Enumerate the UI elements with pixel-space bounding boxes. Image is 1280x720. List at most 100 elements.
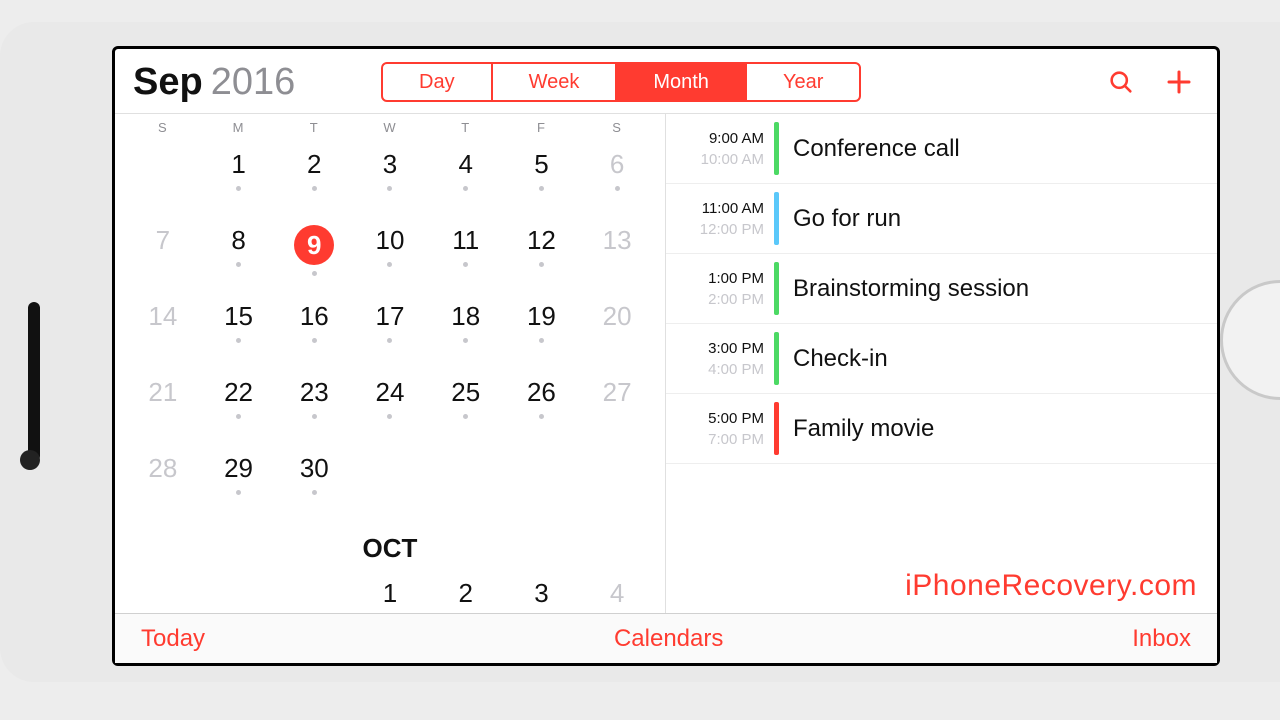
event-start-time: 1:00 PM — [708, 270, 764, 287]
event-row[interactable]: 5:00 PM7:00 PMFamily movie — [666, 394, 1217, 464]
date-cell[interactable]: 3 — [352, 139, 428, 215]
date-number: 21 — [148, 377, 177, 408]
date-cell[interactable]: 2 — [276, 139, 352, 215]
date-cell[interactable]: 12 — [504, 215, 580, 291]
date-cell[interactable]: 24 — [352, 367, 428, 443]
date-number: 3 — [383, 149, 397, 180]
add-icon[interactable] — [1159, 62, 1199, 102]
date-cell[interactable]: 21 — [125, 367, 201, 443]
date-number: 14 — [148, 301, 177, 332]
date-number: 27 — [603, 377, 632, 408]
date-number: 3 — [534, 578, 548, 609]
date-cell[interactable]: 1 — [352, 568, 428, 613]
date-cell[interactable]: 8 — [201, 215, 277, 291]
weekday-label: S — [125, 120, 201, 135]
event-time: 3:00 PM4:00 PM — [666, 324, 774, 393]
event-dot-icon — [463, 186, 468, 191]
segment-day[interactable]: Day — [383, 64, 493, 100]
date-number: 16 — [300, 301, 329, 332]
date-cell[interactable]: 30 — [276, 443, 352, 519]
date-cell[interactable]: 20 — [579, 291, 655, 367]
date-cell[interactable]: 27 — [579, 367, 655, 443]
event-title: Brainstorming session — [779, 254, 1217, 323]
date-cell[interactable]: 11 — [428, 215, 504, 291]
screen: Sep 2016 DayWeekMonthYear SMTWTFS 123456… — [112, 46, 1220, 666]
event-title: Family movie — [779, 394, 1217, 463]
date-cell[interactable]: 29 — [201, 443, 277, 519]
event-dot-icon — [463, 262, 468, 267]
date-cell[interactable]: 6 — [579, 139, 655, 215]
event-row[interactable]: 9:00 AM10:00 AMConference call — [666, 114, 1217, 184]
date-number: 2 — [458, 578, 472, 609]
weekday-label: T — [276, 120, 352, 135]
today-button[interactable]: Today — [141, 625, 205, 653]
search-icon[interactable] — [1101, 62, 1141, 102]
weekday-label: W — [352, 120, 428, 135]
date-cell[interactable]: 9 — [276, 215, 352, 291]
date-cell[interactable]: 16 — [276, 291, 352, 367]
event-time: 5:00 PM7:00 PM — [666, 394, 774, 463]
date-cell[interactable]: 2 — [428, 568, 504, 613]
inbox-button[interactable]: Inbox — [1132, 625, 1191, 653]
date-cell[interactable]: 3 — [504, 568, 580, 613]
date-number: 4 — [458, 149, 472, 180]
date-cell[interactable]: 17 — [352, 291, 428, 367]
event-dot-icon — [236, 186, 241, 191]
calendar-title: Sep 2016 — [133, 61, 373, 104]
date-cell[interactable]: 28 — [125, 443, 201, 519]
date-cell[interactable]: 10 — [352, 215, 428, 291]
date-cell[interactable]: 22 — [201, 367, 277, 443]
segment-week[interactable]: Week — [493, 64, 618, 100]
date-number: 22 — [224, 377, 253, 408]
segment-month[interactable]: Month — [617, 64, 747, 100]
date-number: 18 — [451, 301, 480, 332]
year-label: 2016 — [211, 61, 296, 104]
date-cell — [352, 443, 428, 519]
event-list[interactable]: 9:00 AM10:00 AMConference call11:00 AM12… — [665, 114, 1217, 613]
date-cell[interactable]: 19 — [504, 291, 580, 367]
month-label: Sep — [133, 61, 203, 104]
event-row[interactable]: 11:00 AM12:00 PMGo for run — [666, 184, 1217, 254]
event-dot-icon — [539, 414, 544, 419]
event-title: Conference call — [779, 114, 1217, 183]
date-cell[interactable]: 14 — [125, 291, 201, 367]
event-dot-icon — [387, 262, 392, 267]
event-row[interactable]: 1:00 PM2:00 PMBrainstorming session — [666, 254, 1217, 324]
date-number: 25 — [451, 377, 480, 408]
event-row[interactable]: 3:00 PM4:00 PMCheck-in — [666, 324, 1217, 394]
segment-year[interactable]: Year — [747, 64, 859, 100]
date-number: 15 — [224, 301, 253, 332]
event-title: Go for run — [779, 184, 1217, 253]
date-cell[interactable]: 26 — [504, 367, 580, 443]
date-cell[interactable]: 18 — [428, 291, 504, 367]
event-dot-icon — [387, 414, 392, 419]
date-number: 2 — [307, 149, 321, 180]
date-cell[interactable]: 4 — [428, 139, 504, 215]
volume-button — [28, 302, 40, 462]
date-cell[interactable]: 15 — [201, 291, 277, 367]
view-segmented-control[interactable]: DayWeekMonthYear — [381, 62, 861, 102]
date-number: 6 — [610, 149, 624, 180]
event-dot-icon — [236, 414, 241, 419]
topbar: Sep 2016 DayWeekMonthYear — [115, 49, 1217, 113]
date-grid: 1234567891011121314151617181920212223242… — [125, 139, 655, 613]
date-number: 28 — [148, 453, 177, 484]
date-cell[interactable]: 23 — [276, 367, 352, 443]
event-dot-icon — [615, 186, 620, 191]
event-dot-icon — [539, 262, 544, 267]
date-cell[interactable]: 25 — [428, 367, 504, 443]
date-cell[interactable]: 4 — [579, 568, 655, 613]
date-cell — [579, 443, 655, 519]
event-title: Check-in — [779, 324, 1217, 393]
date-cell[interactable]: 13 — [579, 215, 655, 291]
date-number: 12 — [527, 225, 556, 256]
event-dot-icon — [236, 262, 241, 267]
event-time: 11:00 AM12:00 PM — [666, 184, 774, 253]
date-number: 20 — [603, 301, 632, 332]
calendars-button[interactable]: Calendars — [614, 625, 723, 653]
date-number: 13 — [603, 225, 632, 256]
date-cell[interactable]: 7 — [125, 215, 201, 291]
date-cell — [428, 443, 504, 519]
date-cell[interactable]: 5 — [504, 139, 580, 215]
date-cell[interactable]: 1 — [201, 139, 277, 215]
